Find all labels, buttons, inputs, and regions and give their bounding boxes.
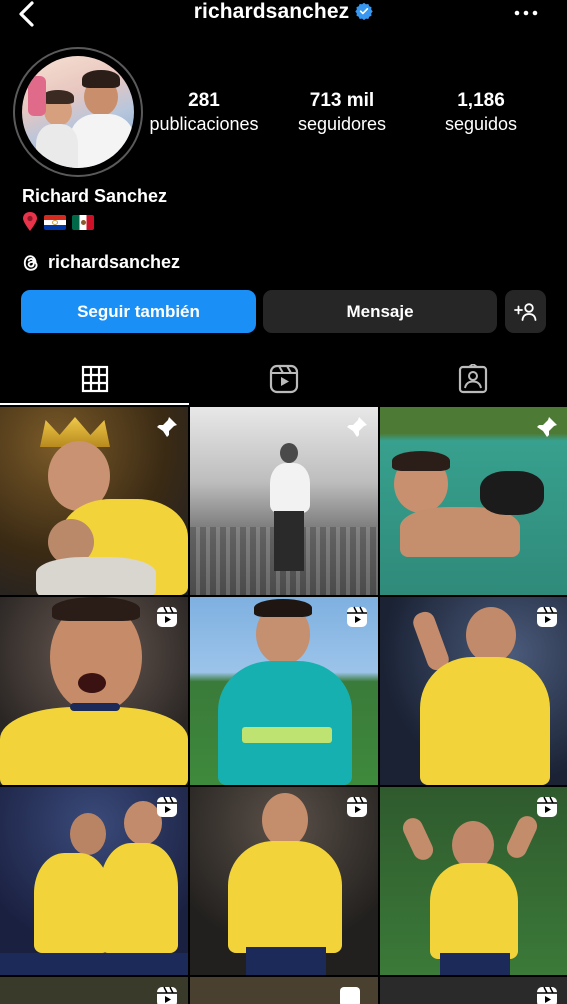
pin-icon xyxy=(347,417,367,437)
bio-emojis xyxy=(22,210,94,234)
reel-icon xyxy=(347,796,367,817)
profile-tabs xyxy=(0,355,567,405)
post-thumbnail[interactable] xyxy=(190,977,378,1004)
tagged-icon xyxy=(458,364,487,394)
followers-count-label: seguidores xyxy=(297,114,387,134)
username-header: richardsanchez xyxy=(0,0,567,24)
add-person-icon xyxy=(513,302,536,321)
following-count-label: seguidos xyxy=(444,114,518,134)
tab-tagged[interactable] xyxy=(378,355,567,403)
reel-icon xyxy=(537,986,557,1004)
reel-icon xyxy=(537,796,557,817)
post-thumbnail[interactable] xyxy=(0,977,188,1004)
posts-count-label: publicaciones xyxy=(149,114,259,134)
tab-reels[interactable] xyxy=(189,355,378,403)
posts-count: 281 publicaciones xyxy=(142,90,266,135)
location-pin-icon xyxy=(23,212,37,231)
post-thumbnail[interactable] xyxy=(0,597,188,785)
username: richardsanchez xyxy=(193,0,350,23)
reel-icon xyxy=(157,796,177,817)
mexico-flag-icon xyxy=(72,214,94,230)
verified-badge-icon xyxy=(355,2,373,20)
top-bar: richardsanchez xyxy=(0,0,567,30)
post-thumbnail[interactable] xyxy=(190,407,378,595)
post-thumbnail[interactable] xyxy=(190,597,378,785)
more-options-icon[interactable] xyxy=(513,4,539,22)
tab-grid[interactable] xyxy=(0,355,189,403)
reel-icon xyxy=(347,606,367,627)
following-count-value: 1,186 xyxy=(457,90,505,111)
followers-count[interactable]: 713 mil seguidores xyxy=(290,90,394,135)
post-thumbnail[interactable] xyxy=(380,597,567,785)
reel-icon xyxy=(537,606,557,627)
post-thumbnail[interactable] xyxy=(190,787,378,975)
grid-icon xyxy=(81,365,108,393)
avatar xyxy=(22,56,134,168)
post-thumbnail[interactable] xyxy=(380,407,567,595)
threads-link[interactable]: richardsanchez xyxy=(22,252,180,273)
post-thumbnail[interactable] xyxy=(0,787,188,975)
message-button[interactable]: Mensaje xyxy=(263,290,497,333)
posts-count-value: 281 xyxy=(188,90,220,111)
post-thumbnail[interactable] xyxy=(380,977,567,1004)
following-count[interactable]: 1,186 seguidos xyxy=(437,90,525,135)
post-thumbnail[interactable] xyxy=(380,787,567,975)
pin-icon xyxy=(157,417,177,437)
reels-icon xyxy=(269,364,298,394)
post-thumbnail[interactable] xyxy=(0,407,188,595)
active-tab-indicator xyxy=(0,403,189,405)
paraguay-flag-icon xyxy=(44,214,66,230)
pin-icon xyxy=(537,417,557,437)
suggest-user-button[interactable] xyxy=(505,290,546,333)
profile-avatar-ring[interactable] xyxy=(13,47,143,177)
reel-icon xyxy=(157,606,177,627)
threads-handle: richardsanchez xyxy=(48,252,181,272)
reel-icon xyxy=(157,986,177,1004)
profile-full-name: Richard Sanchez xyxy=(22,186,168,206)
followers-count-value: 713 mil xyxy=(309,90,375,111)
threads-icon xyxy=(23,254,38,271)
follow-button[interactable]: Seguir también xyxy=(21,290,256,333)
